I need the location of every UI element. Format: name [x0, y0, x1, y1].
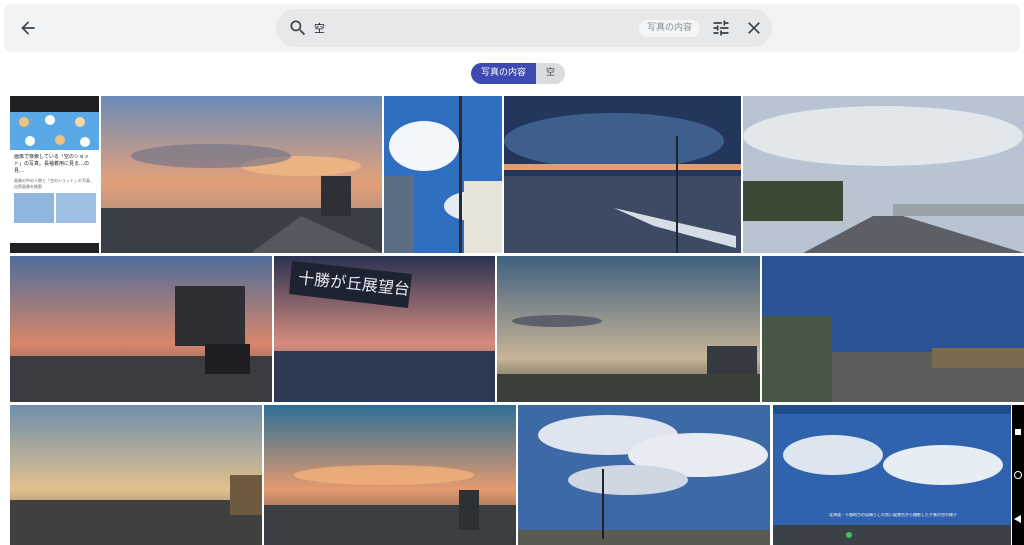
photo-thumbnail[interactable]: [497, 256, 760, 402]
close-icon[interactable]: [744, 18, 764, 38]
thumbnail-title: 画像で検索している「空のショット」の写真。長袖着用に見る…の見…: [14, 154, 90, 174]
photo-thumbnail[interactable]: [762, 256, 1024, 402]
photo-thumbnail[interactable]: 十勝が丘展望台: [274, 256, 495, 402]
back-arrow-icon[interactable]: [16, 16, 40, 40]
breadcrumb: 写真の内容 空: [471, 63, 566, 84]
photo-thumbnail[interactable]: [10, 256, 272, 402]
photo-thumbnail[interactable]: 北海道・十勝地方の見晴らしの良い展望台から撮影した夕景の空の様子: [773, 405, 1011, 545]
search-icon: [288, 18, 308, 38]
category-chip[interactable]: 写真の内容: [639, 20, 701, 37]
nav-recent-icon[interactable]: [1014, 471, 1022, 479]
photo-thumbnail[interactable]: [743, 96, 1024, 253]
top-app-bar: 写真の内容: [4, 4, 1020, 52]
nav-home-icon[interactable]: [1015, 429, 1021, 435]
navigation-bar: [1012, 405, 1024, 545]
photo-thumbnail[interactable]: [518, 405, 770, 545]
nav-back-icon[interactable]: [1014, 515, 1021, 523]
photo-thumbnail[interactable]: [264, 405, 516, 545]
search-input[interactable]: [314, 17, 614, 39]
photo-thumbnail[interactable]: [101, 96, 382, 253]
photo-thumbnail[interactable]: 画像で検索している「空のショット」の写真。長袖着用に見る…の見… 画像の中の人物…: [10, 96, 99, 253]
photo-caption: 北海道・十勝地方の見晴らしの良い展望台から撮影した夕景の空の様子: [829, 513, 957, 517]
photo-thumbnail[interactable]: [384, 96, 502, 253]
thumbnail-subtitle: 画像の中の人物と「空のショット」の写真、自然画像を検索: [14, 178, 94, 189]
tune-icon[interactable]: [711, 18, 731, 38]
photo-thumbnail[interactable]: [10, 405, 262, 545]
breadcrumb-term-chip[interactable]: 空: [536, 63, 566, 84]
photo-thumbnail[interactable]: [504, 96, 741, 253]
breadcrumb-category-chip[interactable]: 写真の内容: [471, 63, 537, 84]
search-bar[interactable]: 写真の内容: [276, 9, 772, 47]
